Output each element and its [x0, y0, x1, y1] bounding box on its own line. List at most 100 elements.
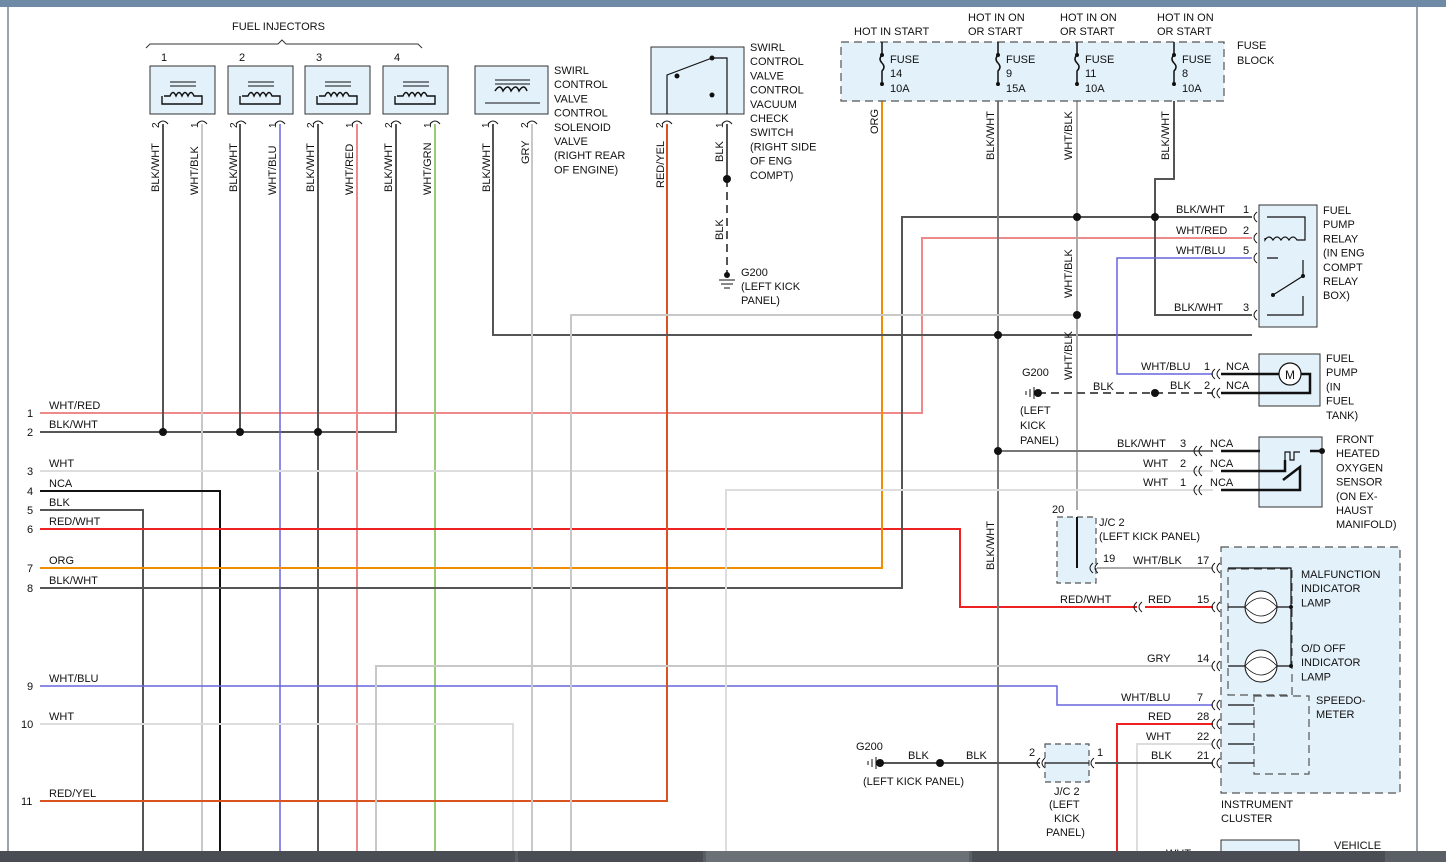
speedo-label-line: METER — [1316, 709, 1355, 721]
speedo-label-line: SPEEDO- — [1316, 695, 1366, 707]
splice-dot — [1073, 311, 1081, 319]
splice-dot — [723, 175, 731, 183]
ecm-pin-number: 10 — [21, 719, 33, 731]
injector-pin: 1 — [268, 122, 279, 128]
pump-pin: 1 — [1204, 361, 1210, 373]
ecm-pin-wire: BLK/WHT — [49, 419, 98, 431]
connector-mark — [1253, 232, 1258, 244]
injector-number: 3 — [316, 52, 322, 64]
fuse-terminal — [996, 53, 1000, 57]
connector-mark — [1216, 387, 1221, 399]
o2-pin: 2 — [1180, 458, 1186, 470]
ground-icon — [719, 279, 735, 289]
connector-mark — [1216, 699, 1221, 711]
relay-label-line: PUMP — [1323, 219, 1355, 231]
o2-label-line: HEATED — [1336, 448, 1380, 460]
ecm-pin-wire: NCA — [49, 478, 73, 490]
ecm-pin-number: 5 — [27, 505, 33, 517]
o2-wire-label: BLK/WHT — [1117, 438, 1166, 450]
relay-wire-label: BLK/WHT — [1174, 302, 1223, 314]
hot-label: OR START — [1060, 26, 1115, 38]
switch-label-line: VACUUM — [750, 99, 797, 111]
cluster-wire-label: BLK — [1151, 750, 1172, 762]
wiring-diagram: FUEL INJECTORS 12 1BLK/WHT WHT/BLK22 1BLK/W… — [21, 12, 1401, 860]
o2-label-line: (ON EX- — [1336, 491, 1378, 503]
od-label-line: O/D OFF — [1301, 643, 1346, 655]
pump-blk-1: BLK — [1093, 381, 1114, 393]
jc2b-blk2: BLK — [966, 750, 987, 762]
fuse-amp: 15A — [1006, 83, 1026, 95]
fuse-terminal — [1075, 82, 1079, 86]
mil-lamp-icon — [1244, 590, 1278, 624]
cluster-label-2: CLUSTER — [1221, 813, 1272, 825]
jc2-wire: WHT/BLK — [1133, 555, 1183, 567]
relay-wire-label: WHT/RED — [1176, 225, 1227, 237]
injector-pin: 1 — [190, 122, 201, 128]
injector-wire: WHT/BLK — [189, 145, 201, 195]
wire-ecm2-blk-wht — [40, 124, 397, 433]
window-bottom-bar — [0, 851, 1446, 862]
ecm-pin-number: 6 — [27, 524, 33, 536]
connector-mark — [1211, 660, 1216, 672]
fuse11-wire: WHT/BLK — [1063, 110, 1075, 160]
solenoid-wire-1: BLK/WHT — [481, 143, 493, 192]
cluster-pin: 7 — [1197, 692, 1203, 704]
cluster-pin: 15 — [1197, 594, 1209, 606]
fuse-terminal — [880, 53, 884, 57]
o2-label-line: OXYGEN — [1336, 462, 1383, 474]
connector-mark — [1211, 718, 1216, 730]
connector-mark — [1211, 368, 1216, 380]
connector-mark — [1211, 387, 1216, 399]
splice-dot — [936, 759, 944, 767]
connector-mark — [1216, 738, 1221, 750]
hot-label: HOT IN ON — [1157, 12, 1214, 24]
mil-label-line: INDICATOR — [1301, 583, 1361, 595]
switch-label-line: COMPT) — [750, 170, 793, 182]
switch-blk-dashed: BLK — [714, 219, 726, 240]
pump-g200-3: KICK — [1020, 420, 1046, 432]
fuse8-wire: BLK/WHT — [1160, 111, 1172, 160]
solenoid-label-line: CONTROL — [554, 108, 608, 120]
ecm-pin-wire: RED/WHT — [49, 516, 101, 528]
relay-pin: 5 — [1243, 245, 1249, 257]
pump-pin: 2 — [1204, 380, 1210, 392]
solenoid-label-line: SOLENOID — [554, 122, 611, 134]
switch-label-line: CONTROL — [750, 56, 804, 68]
fuse-number: 14 — [890, 68, 902, 80]
fuse-terminal — [1172, 82, 1176, 86]
relay-label-line: RELAY — [1323, 233, 1359, 245]
cluster-pin: 14 — [1197, 653, 1209, 665]
hot-label: HOT IN START — [854, 26, 929, 38]
pump-nca: NCA — [1226, 361, 1250, 373]
connector-mark — [1216, 368, 1221, 380]
hot-label: OR START — [968, 26, 1023, 38]
hot-label: HOT IN ON — [1060, 12, 1117, 24]
splice-dot — [994, 331, 1002, 339]
injector-wire: WHT/BLU — [267, 145, 279, 195]
junction-connector-top: 20 19 J/C 2 (LEFT KICK PANEL) WHT/BLK 17 — [1052, 504, 1209, 584]
o2-wire-label: WHT — [1143, 458, 1168, 470]
o2-label-line: HAUST — [1336, 505, 1374, 517]
injector-pin: 2 — [229, 122, 240, 128]
swirl-vacuum-check-switch: SWIRL CONTROL VALVE CONTROL VACUUM CHECK SWITC… — [650, 42, 816, 307]
jc2b-label-3: KICK — [1054, 813, 1080, 825]
pump-label-line: (IN — [1326, 381, 1341, 393]
solenoid-label-line: (RIGHT REAR — [554, 150, 625, 162]
ecm-pin-number: 7 — [27, 563, 33, 575]
relay-label-line: RELAY — [1323, 276, 1359, 288]
pump-wire-label: BLK — [1170, 380, 1191, 392]
relay-wire-label: BLK/WHT — [1176, 204, 1225, 216]
fuse-name: FUSE — [890, 54, 919, 66]
switch-label-line: SWITCH — [750, 127, 793, 139]
injector-wire: BLK/WHT — [150, 143, 162, 192]
injector-number: 4 — [394, 52, 400, 64]
hot-label: OR START — [1157, 26, 1212, 38]
bottom-bar-segment — [518, 851, 703, 862]
solenoid-label-line: VALVE — [554, 136, 588, 148]
switch-label-line: VALVE — [750, 70, 784, 82]
ecm-pin-number: 9 — [27, 681, 33, 693]
solenoid-label-line: OF ENGINE) — [554, 164, 618, 176]
jc2-top-label-2: (LEFT KICK PANEL) — [1099, 531, 1200, 543]
fuse-terminal — [880, 82, 884, 86]
jc2b-pin2: 2 — [1029, 747, 1035, 759]
